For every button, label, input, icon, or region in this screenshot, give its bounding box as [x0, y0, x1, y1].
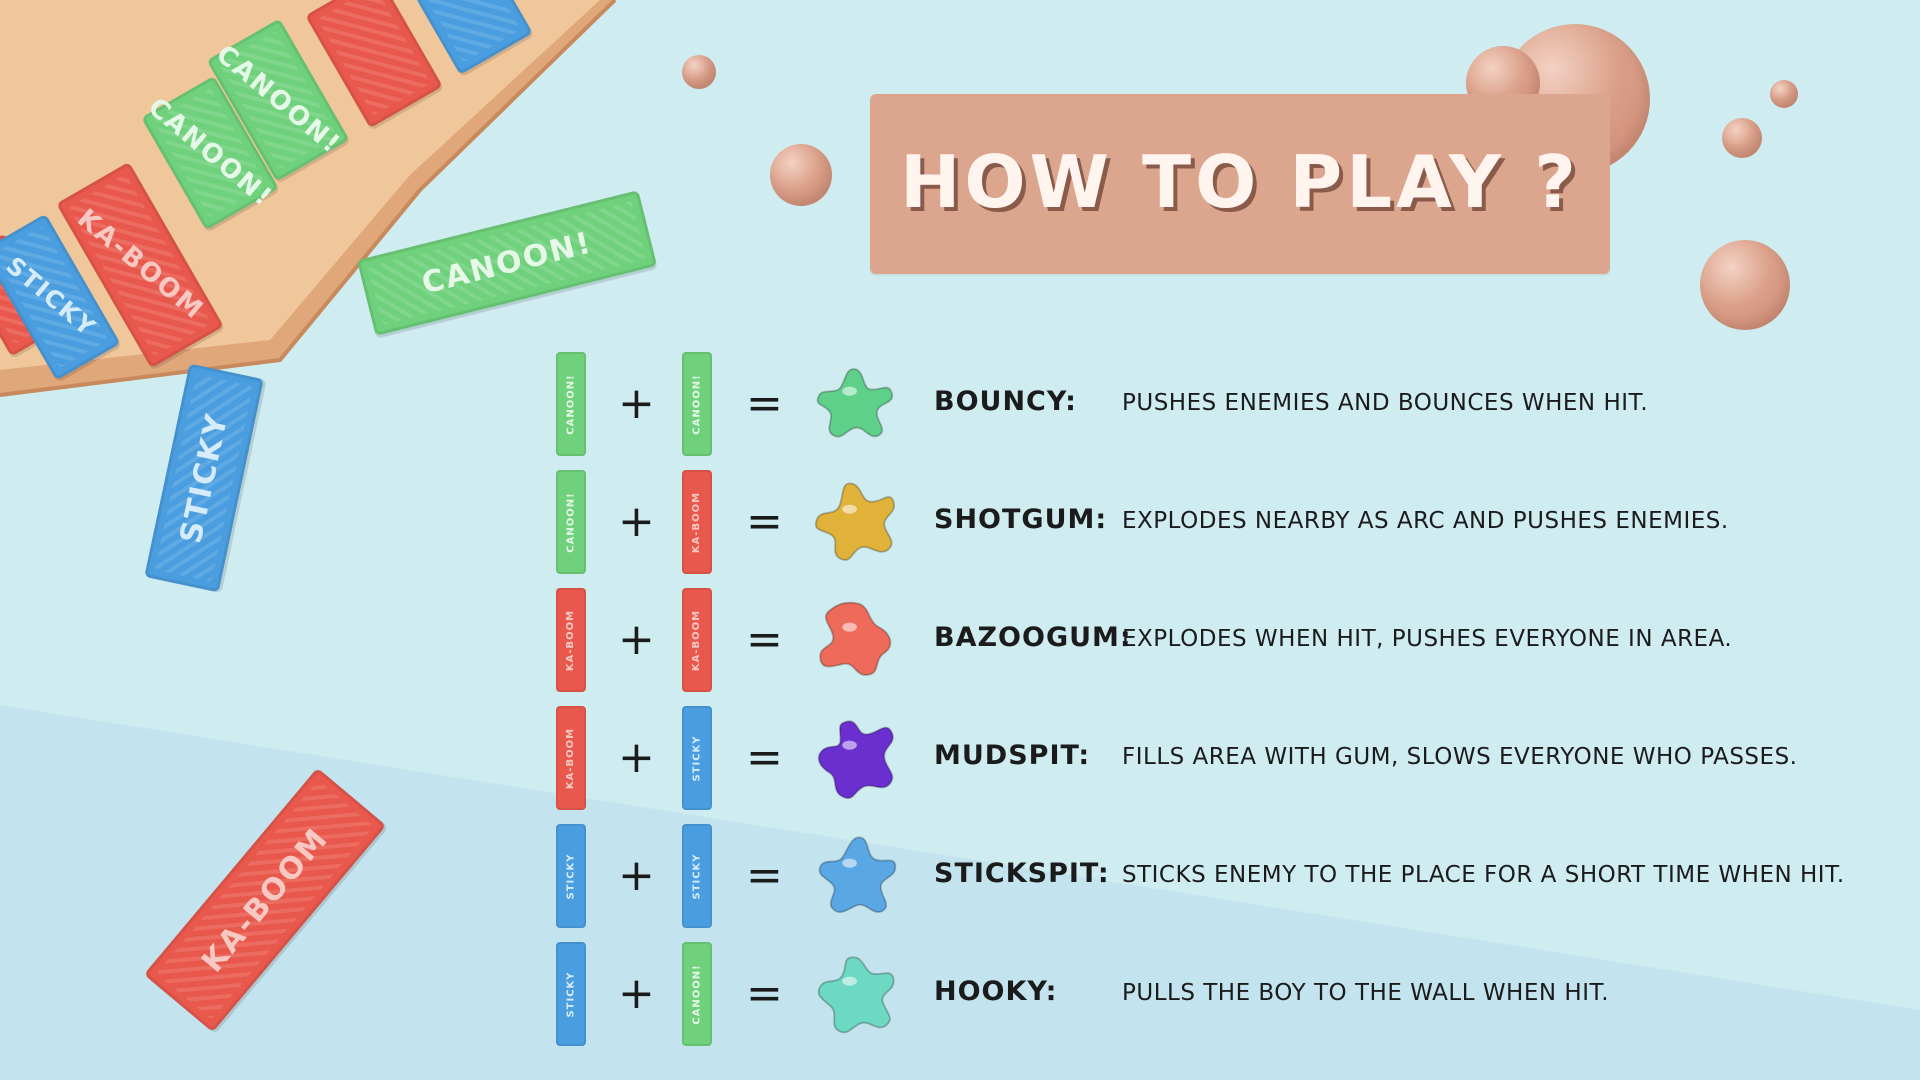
- gum-type-name: MUDSPIT:: [934, 740, 1091, 771]
- left-gum-canoon: CANOON!: [556, 470, 586, 574]
- left-gum-kaboom: KA-BOOM: [556, 588, 586, 692]
- right-gum-canoon: CANOON!: [682, 942, 712, 1046]
- gum-splat-icon: [818, 836, 897, 913]
- gum-stick-label: STICKY: [691, 734, 703, 782]
- gum-splat-icon: [816, 368, 894, 438]
- equals-sign: =: [746, 496, 783, 547]
- left-gum-kaboom: KA-BOOM: [556, 706, 586, 810]
- gum-stick-label: STICKY: [565, 852, 577, 900]
- right-gum-sticky: STICKY: [682, 706, 712, 810]
- plus-sign: +: [618, 614, 655, 665]
- combo-rule-row: KA-BOOM + KA-BOOM = BAZOOGUM: EXPLODES WHEN H…: [556, 588, 1896, 692]
- gum-type-description: EXPLODES WHEN HIT, PUSHES EVERYONE IN AR…: [1122, 626, 1733, 652]
- plus-sign: +: [618, 968, 655, 1019]
- bubble-decoration: [770, 144, 832, 206]
- combo-rule-row: KA-BOOM + STICKY = MUDSPIT: FILLS AREA WITH G…: [556, 706, 1896, 810]
- gum-type-description: EXPLODES NEARBY AS ARC AND PUSHES ENEMIE…: [1122, 508, 1729, 534]
- title-banner: HOW TO PLAY ?: [870, 94, 1610, 274]
- gum-stick-label: KA-BOOM: [691, 491, 703, 553]
- bubble-decoration: [1770, 80, 1798, 108]
- gum-splat-icon: [817, 956, 895, 1034]
- combo-rule-row: STICKY + CANOON! = HOOKY: PULLS THE BOY TO TH…: [556, 942, 1896, 1046]
- plus-sign: +: [618, 850, 655, 901]
- gum-type-name: BOUNCY:: [934, 386, 1077, 417]
- right-gum-kaboom: KA-BOOM: [682, 588, 712, 692]
- gum-splat-icon: [814, 482, 896, 561]
- left-gum-sticky: STICKY: [556, 942, 586, 1046]
- combo-rule-row: CANOON! + CANOON! = BOUNCY: PUSHES ENEMIES AN…: [556, 352, 1896, 456]
- gum-stick-label: STICKY: [565, 970, 577, 1018]
- gum-stick-label: CANOON!: [565, 373, 577, 435]
- gum-stick-label: STICKY: [691, 852, 703, 900]
- gum-type-name: BAZOOGUM:: [934, 622, 1132, 653]
- gum-type-description: FILLS AREA WITH GUM, SLOWS EVERYONE WHO …: [1122, 744, 1798, 770]
- plus-sign: +: [618, 378, 655, 429]
- gum-type-description: STICKS ENEMY TO THE PLACE FOR A SHORT TI…: [1122, 862, 1845, 888]
- right-gum-kaboom: KA-BOOM: [682, 470, 712, 574]
- gum-type-description: PULLS THE BOY TO THE WALL WHEN HIT.: [1122, 980, 1610, 1006]
- equals-sign: =: [746, 850, 783, 901]
- gum-type-name: HOOKY:: [934, 976, 1058, 1007]
- bubble-decoration: [1700, 240, 1790, 330]
- gum-type-name: SHOTGUM:: [934, 504, 1108, 535]
- gum-stick-label: CANOON!: [691, 963, 703, 1025]
- combo-rule-row: STICKY + STICKY = STICKSPIT: STICKS ENEMY TO …: [556, 824, 1896, 928]
- plus-sign: +: [618, 496, 655, 547]
- combo-rule-row: CANOON! + KA-BOOM = SHOTGUM: EXPLODES NEARBY …: [556, 470, 1896, 574]
- gum-splat-icon: [819, 601, 892, 676]
- gum-type-description: PUSHES ENEMIES AND BOUNCES WHEN HIT.: [1122, 390, 1649, 416]
- gum-stick-label: KA-BOOM: [565, 727, 577, 789]
- left-gum-sticky: STICKY: [556, 824, 586, 928]
- right-gum-sticky: STICKY: [682, 824, 712, 928]
- gum-stick-label: CANOON!: [565, 491, 577, 553]
- plus-sign: +: [618, 732, 655, 783]
- equals-sign: =: [746, 378, 783, 429]
- page-title: HOW TO PLAY ?: [900, 140, 1580, 224]
- right-gum-canoon: CANOON!: [682, 352, 712, 456]
- equals-sign: =: [746, 968, 783, 1019]
- gum-stick-label: CANOON!: [691, 373, 703, 435]
- left-gum-canoon: CANOON!: [556, 352, 586, 456]
- gum-stick-label: KA-BOOM: [691, 609, 703, 671]
- gum-type-name: STICKSPIT:: [934, 858, 1110, 889]
- equals-sign: =: [746, 732, 783, 783]
- gum-splat-icon: [817, 720, 894, 800]
- bubble-decoration: [682, 55, 716, 89]
- equals-sign: =: [746, 614, 783, 665]
- gum-stick-label: KA-BOOM: [565, 609, 577, 671]
- bubble-decoration: [1722, 118, 1762, 158]
